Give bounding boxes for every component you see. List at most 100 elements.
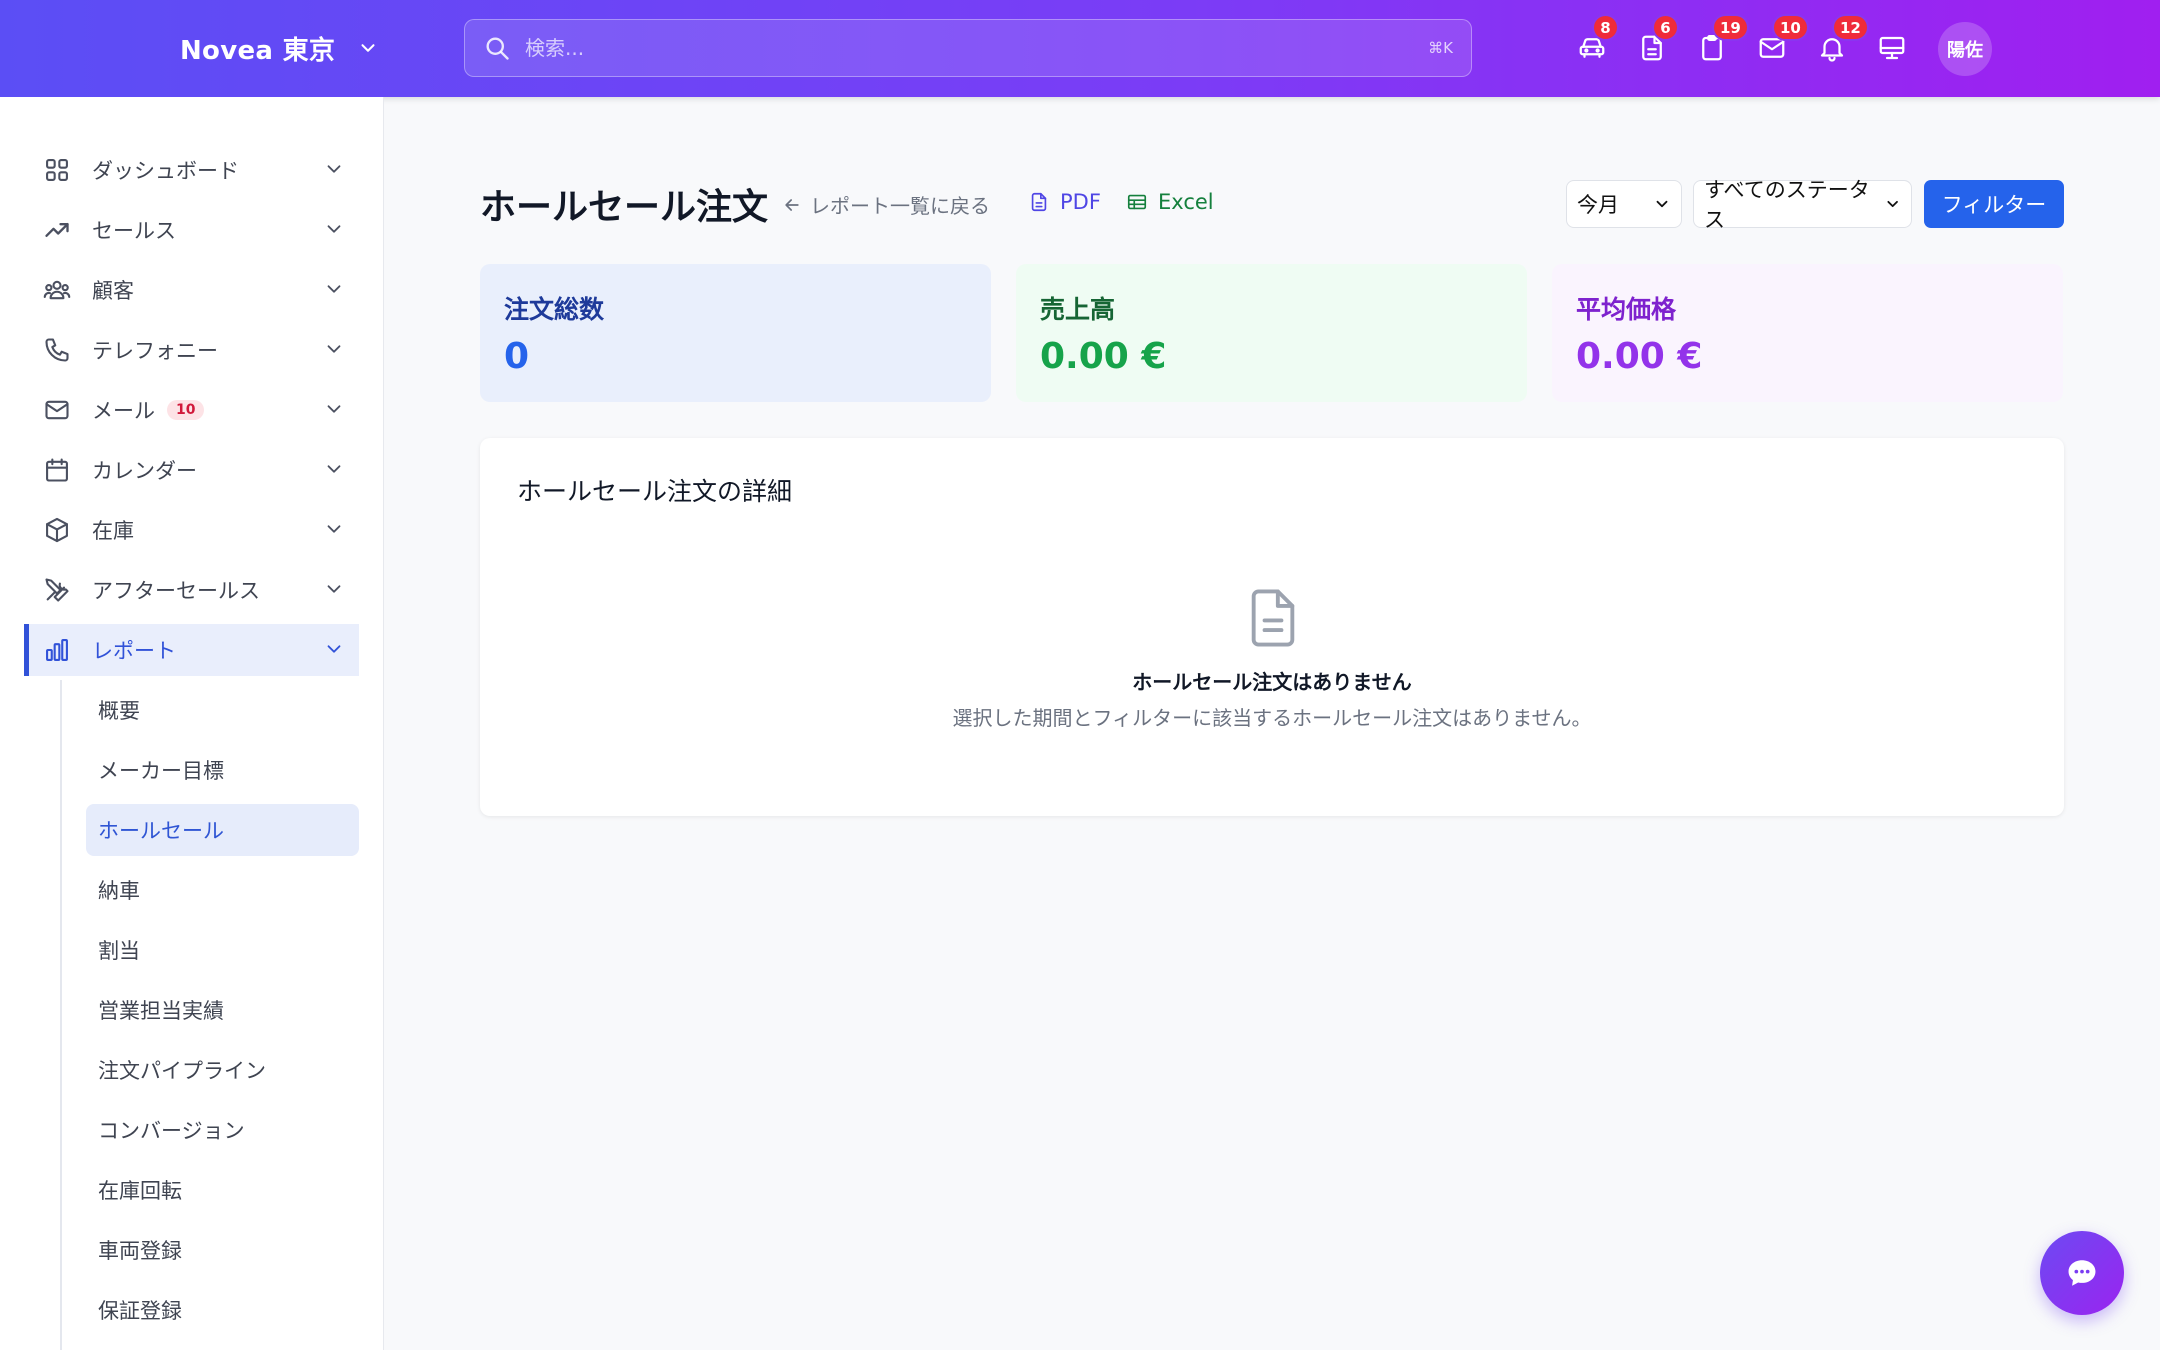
search-input[interactable] <box>525 20 1429 76</box>
sidebar-item-mail[interactable]: メール 10 <box>24 384 359 436</box>
sidebar-subitem-warranty-registrations[interactable]: 保証登録 <box>86 1284 359 1336</box>
chevron-down-icon <box>361 44 375 52</box>
sidebar-item-label: ダッシュボード <box>92 159 239 183</box>
workspace-switcher[interactable]: Novea 東京 <box>180 26 379 70</box>
sidebar-item-label: アフターセールス <box>92 579 260 603</box>
sidebar-item-customers[interactable]: 顧客 <box>24 264 359 316</box>
chevron-down-icon <box>327 525 341 533</box>
notification-badge: 6 <box>1652 14 1679 41</box>
arrow-left-icon <box>785 198 799 211</box>
export-excel-link[interactable]: Excel <box>1126 190 1214 214</box>
sidebar-item-label: セールス <box>92 219 176 243</box>
chevron-down-icon <box>327 405 341 413</box>
status-select[interactable]: すべてのステータス <box>1693 178 1912 232</box>
empty-state-title: ホールセール注文はありません <box>1132 670 1412 694</box>
sidebar-item-inventory[interactable]: 在庫 <box>24 504 359 556</box>
mail-button[interactable]: 10 <box>1750 14 1809 70</box>
chevron-down-icon <box>1656 200 1668 208</box>
unread-badge: 10 <box>167 400 205 420</box>
sidebar-subitem-sales-rep-performance[interactable]: 営業担当実績 <box>86 984 359 1036</box>
sidebar-subitem-allocation[interactable]: 割当 <box>86 924 359 976</box>
excel-label: Excel <box>1158 190 1214 214</box>
export-pdf-link[interactable]: PDF <box>1028 190 1101 214</box>
sidebar-item-after-sales[interactable]: アフターセールス <box>24 564 359 616</box>
notification-badge: 8 <box>1592 14 1619 41</box>
chevron-down-icon <box>327 645 341 653</box>
sidebar-subitem-maker-targets[interactable]: メーカー目標 <box>86 744 359 796</box>
stat-value: 0.00 € <box>1576 336 1703 377</box>
box-icon <box>46 517 68 543</box>
sidebar-item-label: 顧客 <box>92 279 134 303</box>
sidebar-subitem-conversion[interactable]: コンバージョン <box>86 1104 359 1156</box>
sidebar: ダッシュボード セールス 顧客 テレフォニー メール 10 カレンダー 在庫 ア… <box>0 97 384 1350</box>
wholesale-details-card: ホールセール注文の詳細 ホールセール注文はありません 選択した期間とフィルターに… <box>480 438 2064 816</box>
status-select-value: すべてのステータス <box>1704 178 1870 232</box>
sidebar-subitem-deliveries[interactable]: 納車 <box>86 864 359 916</box>
page-title: ホールセール注文 <box>480 187 769 228</box>
stat-value: 0.00 € <box>1040 336 1167 377</box>
bar-chart-icon <box>46 639 68 661</box>
card-title: ホールセール注文の詳細 <box>517 477 793 506</box>
stat-card-average-price: 平均価格 0.00 € <box>1552 264 2063 402</box>
sidebar-subitem-order-pipeline[interactable]: 注文パイプライン <box>86 1044 359 1096</box>
search-icon <box>486 37 509 60</box>
chevron-down-icon <box>327 285 341 293</box>
tools-icon <box>45 578 69 602</box>
search-shortcut: ⌘K <box>1428 39 1453 57</box>
stat-label: 売上高 <box>1040 295 1116 324</box>
back-link-label: レポート一覧に戻る <box>810 194 990 218</box>
stat-value: 0 <box>504 336 530 377</box>
sidebar-item-label: カレンダー <box>92 459 197 483</box>
notification-badge: 10 <box>1772 14 1809 41</box>
chat-button[interactable] <box>2040 1231 2124 1315</box>
chevron-down-icon <box>327 165 341 173</box>
sidebar-item-reports[interactable]: レポート <box>24 624 359 676</box>
trending-up-icon <box>45 223 69 237</box>
sidebar-item-label: メール <box>92 399 155 423</box>
chevron-down-icon <box>327 345 341 353</box>
vehicles-button[interactable]: 8 <box>1570 14 1619 70</box>
sidebar-subitem-wholesale[interactable]: ホールセール <box>86 804 359 856</box>
sidebar-item-label: テレフォニー <box>92 339 218 363</box>
phone-icon <box>45 338 69 362</box>
notifications-button[interactable]: 12 <box>1810 14 1869 70</box>
period-select[interactable]: 今月 <box>1566 180 1682 228</box>
user-avatar[interactable]: 陽佐 <box>1938 22 1992 76</box>
sidebar-item-dashboard[interactable]: ダッシュボード <box>24 144 359 196</box>
document-icon <box>1031 192 1047 212</box>
sidebar-item-label: レポート <box>92 639 176 663</box>
sidebar-subitem-stock-turnover[interactable]: 在庫回転 <box>86 1164 359 1216</box>
stat-label: 注文総数 <box>504 295 605 324</box>
mail-icon <box>45 400 69 420</box>
header-icons: 8 6 19 10 12 <box>1570 14 1930 70</box>
back-to-reports-link[interactable]: レポート一覧に戻る <box>782 190 990 219</box>
spreadsheet-icon <box>1127 194 1147 210</box>
sidebar-subitem-vehicle-registrations[interactable]: 車両登録 <box>86 1224 359 1276</box>
calendar-icon <box>46 458 68 482</box>
submenu-guide-line <box>60 680 62 1350</box>
users-icon <box>43 280 71 300</box>
sidebar-item-calendar[interactable]: カレンダー <box>24 444 359 496</box>
search-bar[interactable]: ⌘K <box>464 19 1472 77</box>
filter-button[interactable]: フィルター <box>1924 180 2064 228</box>
chevron-down-icon <box>327 585 341 593</box>
brand-name: Novea 東京 <box>180 35 336 66</box>
tasks-button[interactable]: 19 <box>1690 14 1749 70</box>
sidebar-item-sales[interactable]: セールス <box>24 204 359 256</box>
display-button[interactable] <box>1870 26 1914 70</box>
top-bar: Novea 東京 ⌘K 8 6 19 10 12 陽佐 <box>0 0 2160 97</box>
sidebar-item-label: 在庫 <box>92 519 134 543</box>
empty-state-description: 選択した期間とフィルターに該当するホールセール注文はありません。 <box>952 706 1592 730</box>
grid-icon <box>46 159 68 181</box>
sidebar-item-telephony[interactable]: テレフォニー <box>24 324 359 376</box>
notification-badge: 12 <box>1832 14 1869 41</box>
chat-bubble-icon <box>2068 1260 2096 1286</box>
documents-button[interactable]: 6 <box>1630 14 1679 70</box>
period-select-value: 今月 <box>1577 193 1619 217</box>
chevron-down-icon <box>1887 200 1898 208</box>
stat-label: 平均価格 <box>1576 295 1677 324</box>
sidebar-subitem-overview[interactable]: 概要 <box>86 684 359 736</box>
stat-card-total-orders: 注文総数 0 <box>480 264 991 402</box>
chevron-down-icon <box>327 465 341 473</box>
monitor-icon <box>1879 36 1905 60</box>
